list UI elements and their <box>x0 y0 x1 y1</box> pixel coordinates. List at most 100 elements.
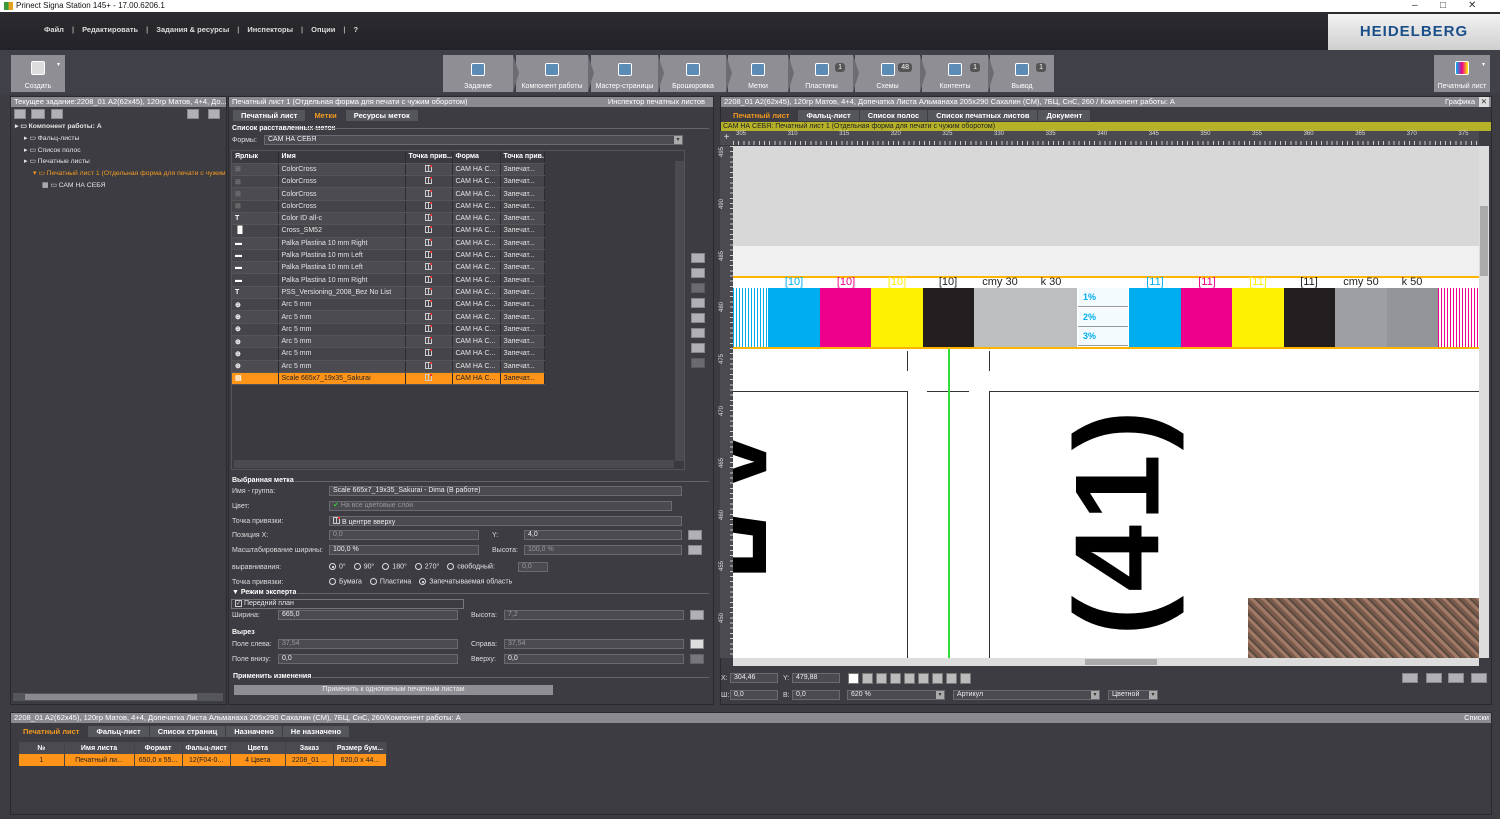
print-icon[interactable] <box>31 109 45 119</box>
menu-item[interactable]: Файл <box>36 25 72 34</box>
move-up-icon[interactable] <box>691 343 705 353</box>
mark-row[interactable]: ⊞ ColorCross САМ НА С... Запечат... <box>232 200 545 213</box>
width-readout-field[interactable]: 0,0 <box>730 690 778 700</box>
replace-mark-icon[interactable] <box>691 253 705 263</box>
minimize-icon[interactable]: – <box>1412 0 1418 11</box>
tab-5[interactable]: Не назначено <box>282 726 350 737</box>
position-x-field[interactable]: 0,0 <box>329 530 479 540</box>
sheet-canvas[interactable]: [10] [10] [10] [10] cmy 30 k 30 [11] [11] [11] [1… <box>733 146 1479 658</box>
position-y-field[interactable]: 4,0 <box>524 530 682 540</box>
mark-row[interactable]: ▬ Palka Plastina 10 mm Right САМ НА С... За… <box>232 273 545 287</box>
zoom-select[interactable]: 620 % ▾ <box>847 690 945 700</box>
tab-1[interactable]: Печатный лист <box>725 110 798 121</box>
height-readout-field[interactable]: 0,0 <box>792 690 840 700</box>
trim-box-icon[interactable] <box>904 673 915 684</box>
tree-item[interactable]: ▦ ▭ САМ НА СЕБЯ <box>11 180 226 192</box>
tab-3[interactable]: Ресурсы меток <box>345 110 418 121</box>
mark-row[interactable]: ▬ Palka Plastina 10 mm Left САМ НА С... Зап… <box>232 249 545 263</box>
right-margin-field[interactable]: 37,54 <box>504 639 684 649</box>
foreground-checkbox[interactable]: ✓ Передний план <box>231 599 464 609</box>
mark-row[interactable]: ⊕ Arc 5 mm САМ НА С... Запечат... <box>232 335 545 349</box>
mark-row[interactable]: ⊕ Arc 5 mm САМ НА С... Запечат... <box>232 310 545 324</box>
menu-item[interactable]: Задания & ресурсы <box>148 25 237 34</box>
anchor-select[interactable]: В центре вверху <box>329 516 682 526</box>
grid-icon[interactable] <box>1402 673 1418 683</box>
column-header[interactable]: Точка прив... <box>500 151 545 164</box>
radio-option[interactable]: 270° <box>414 563 439 570</box>
mark-row[interactable]: ⊞ ColorCross САМ НА С... Запечат... <box>232 163 545 177</box>
tree-item[interactable]: ▸ ▭ Компонент работы: A <box>11 121 226 133</box>
tab-1[interactable]: Печатный лист <box>15 726 88 737</box>
radio-option[interactable]: Пластина <box>369 578 411 585</box>
workflow-step-5[interactable]: Метки <box>728 55 794 92</box>
expert-mode-toggle[interactable]: ▼ Режим эксперта <box>232 589 296 596</box>
scale-width-field[interactable]: 100,0 % <box>329 545 479 555</box>
mark-row[interactable]: ▬ Palka Plastina 10 mm Left САМ НА С... Зап… <box>232 261 545 275</box>
horizontal-scrollbar[interactable] <box>13 693 223 701</box>
radio-option[interactable]: 0° <box>329 563 346 570</box>
column-header[interactable]: Размер бум... <box>333 742 388 754</box>
menu-item[interactable]: Опции <box>303 25 343 34</box>
workflow-step-1[interactable]: Задание <box>443 55 519 92</box>
maximize-icon[interactable]: □ <box>1440 0 1446 11</box>
height-field[interactable]: 7,2 <box>504 610 684 620</box>
mark-row[interactable]: T Color ID all-c САМ НА С... Запечат... <box>232 212 545 226</box>
add-mark-icon[interactable] <box>691 298 705 308</box>
x-coordinate-field[interactable]: 304,46 <box>730 673 778 683</box>
save-icon[interactable] <box>14 109 26 119</box>
mark-row[interactable]: ⊕ Arc 5 mm САМ НА С... Запечат... <box>232 360 545 373</box>
select-arrow-icon[interactable] <box>848 673 859 684</box>
column-header[interactable]: № <box>19 742 65 754</box>
tree-item[interactable]: ▸ ▭ Печатные листы <box>11 156 226 168</box>
workflow-step-3[interactable]: Мастер-страницы <box>591 55 664 92</box>
pin-icon[interactable] <box>208 109 220 119</box>
edit-icon[interactable] <box>691 313 705 323</box>
workflow-step-4[interactable]: Брошюровка <box>660 55 732 92</box>
print-sheet-row[interactable]: 1 Печатный ли... 650,0 x 55... 12(F04-0... 4… <box>19 754 388 766</box>
mark-row[interactable]: T PSS_Versioning_2008_Bez No List САМ НА С… <box>232 286 545 300</box>
column-header[interactable]: Заказ <box>285 742 334 754</box>
tab-5[interactable]: Документ <box>1038 110 1091 121</box>
fit-icon[interactable] <box>1471 673 1487 683</box>
close-panel-icon[interactable]: ✕ <box>1478 97 1489 107</box>
name-group-field[interactable]: Scale 665x7_19x35_Sakurai - Dima (В рабо… <box>329 486 682 496</box>
color-select[interactable]: ✔ На все цветовые слои <box>329 501 672 511</box>
tree-item[interactable]: ▾ ▭ Печатный лист 1 (Отдельная форма для… <box>11 168 226 180</box>
offset-arrow-icon[interactable] <box>688 530 702 540</box>
column-header[interactable]: Имя <box>278 151 406 164</box>
cross-icon[interactable] <box>932 673 943 684</box>
layer-select[interactable]: Артикул ▾ <box>953 690 1100 700</box>
bottom-margin-field[interactable]: 0,0 <box>278 654 458 664</box>
expand-icon[interactable] <box>187 109 199 119</box>
link-icon[interactable] <box>1426 673 1442 683</box>
menu-item[interactable]: ? <box>345 25 366 34</box>
column-header[interactable]: Ярлык <box>232 151 279 164</box>
scale-height-field[interactable]: 100,0 % <box>524 545 682 555</box>
apply-check-icon[interactable] <box>690 654 704 664</box>
workflow-step-7[interactable]: 48 Схемы <box>855 55 926 92</box>
mark-row[interactable]: ▐▌ Cross_SM52 САМ НА С... Запечат... <box>232 224 545 238</box>
tab-2[interactable]: Метки <box>306 110 345 121</box>
workflow-step-9[interactable]: 1 Вывод <box>990 55 1054 92</box>
column-header[interactable]: Точка прив... <box>405 151 453 164</box>
select-object-icon[interactable] <box>862 673 873 684</box>
print-sheet-button[interactable]: ▾ Печатный лист <box>1434 55 1490 92</box>
workflow-step-8[interactable]: 1 Контенты <box>922 55 994 92</box>
layout-icon[interactable] <box>918 673 929 684</box>
radio-option[interactable]: свободный: <box>447 563 495 570</box>
mark-row[interactable]: ⊞ ColorCross САМ НА С... Запечат... <box>232 187 545 201</box>
guide-line[interactable] <box>948 349 950 658</box>
canvas-vertical-scrollbar[interactable] <box>1479 146 1489 658</box>
tree-item[interactable]: ▸ ▭ Фальц-листы <box>11 133 226 145</box>
tab-1[interactable]: Печатный лист <box>233 110 306 121</box>
color-control-strip[interactable]: 1% 2% 3% <box>733 288 1479 347</box>
measure-icon[interactable] <box>960 673 971 684</box>
mark-row[interactable]: ⊕ Arc 5 mm САМ НА С... Запечат... <box>232 347 545 361</box>
mark-row[interactable]: ▤ Scale 665x7_19x35_Sakurai САМ НА С... Зап… <box>232 372 545 386</box>
refresh-icon[interactable] <box>691 268 705 278</box>
copy-icon[interactable] <box>691 283 705 293</box>
tab-2[interactable]: Фальц-лист <box>798 110 859 121</box>
forms-select[interactable]: САМ НА СЕБЯ ▾ <box>264 135 683 145</box>
tab-4[interactable]: Назначено <box>226 726 282 737</box>
top-margin-field[interactable]: 0,0 <box>504 654 684 664</box>
